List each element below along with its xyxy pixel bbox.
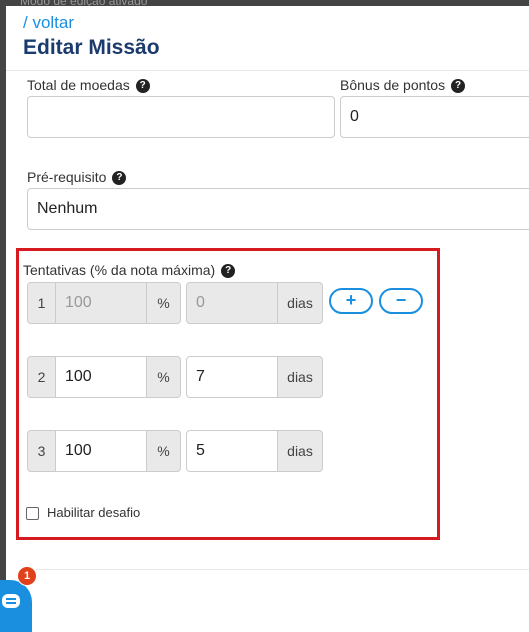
days-addon: dias	[277, 430, 323, 472]
pre-requisito-label: Pré-requisito?	[27, 169, 127, 186]
edit-mission-modal: / voltar Editar Missão Total de moedas? …	[6, 6, 529, 632]
total-moedas-input[interactable]	[27, 96, 335, 138]
percent-addon: %	[146, 430, 181, 472]
attempt-days-input[interactable]: 0	[186, 282, 278, 324]
attempt-percent-input[interactable]: 100	[55, 282, 147, 324]
attempt-percent-input[interactable]: 100	[55, 430, 147, 472]
page-title: Editar Missão	[23, 36, 160, 59]
chat-widget-button[interactable]	[0, 580, 32, 632]
percent-addon: %	[146, 356, 181, 398]
remove-attempt-button[interactable]: −	[379, 288, 423, 314]
challenge-checkbox[interactable]	[26, 507, 39, 520]
bonus-pontos-input[interactable]: 0	[340, 96, 529, 138]
total-moedas-label-text: Total de moedas	[27, 77, 130, 93]
pre-requisito-select[interactable]: Nenhum	[27, 188, 529, 230]
tentativas-label: Tentativas (% da nota máxima)?	[23, 262, 236, 279]
challenge-label[interactable]: Habilitar desafio	[47, 505, 140, 520]
chat-notification-badge: 1	[17, 566, 37, 586]
bonus-pontos-label-text: Bônus de pontos	[340, 77, 446, 93]
help-icon[interactable]: ?	[112, 171, 127, 186]
bonus-pontos-label: Bônus de pontos?	[340, 77, 466, 94]
days-addon: dias	[277, 282, 323, 324]
help-icon[interactable]: ?	[135, 79, 150, 94]
footer-divider	[36, 569, 529, 570]
attempt-index: 3	[27, 430, 56, 472]
tentativas-label-text: Tentativas (% da nota máxima)	[23, 262, 216, 278]
days-addon: dias	[277, 356, 323, 398]
attempt-days-input[interactable]: 7	[186, 356, 278, 398]
pre-requisito-label-text: Pré-requisito	[27, 169, 107, 185]
total-moedas-label: Total de moedas?	[27, 77, 150, 94]
chat-icon	[2, 594, 20, 608]
attempt-index: 1	[27, 282, 56, 324]
attempt-index: 2	[27, 356, 56, 398]
attempt-percent-input[interactable]: 100	[55, 356, 147, 398]
back-link[interactable]: / voltar	[23, 13, 74, 33]
help-icon[interactable]: ?	[451, 79, 466, 94]
attempt-days-input[interactable]: 5	[186, 430, 278, 472]
percent-addon: %	[146, 282, 181, 324]
add-attempt-button[interactable]: +	[329, 288, 373, 314]
help-icon[interactable]: ?	[221, 264, 236, 279]
